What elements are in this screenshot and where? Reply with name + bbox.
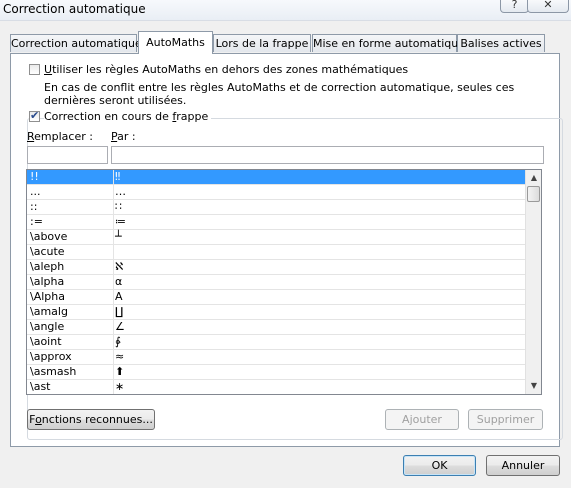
list-item-key: \aleph	[30, 260, 65, 273]
recognized-functions-after: nctions reconnues...	[41, 413, 153, 426]
list-item-key: !!	[30, 170, 39, 183]
list-item-value: ∳	[115, 335, 121, 348]
list-item[interactable]: ... …	[27, 185, 525, 200]
use-outside-label-accel: U	[44, 63, 53, 76]
column-divider	[113, 380, 114, 394]
column-divider	[113, 260, 114, 275]
close-icon[interactable]: ✕	[527, 0, 569, 13]
replace-label: Remplacer :	[27, 130, 93, 143]
list-item-key: \angle	[30, 320, 65, 333]
list-item-key: \Alpha	[30, 290, 65, 303]
list-item-value: ∠	[115, 320, 125, 333]
column-divider	[113, 290, 114, 305]
list-item-value: …	[115, 185, 126, 198]
list-item-key: ::	[30, 200, 38, 213]
column-divider	[113, 335, 114, 350]
list-item[interactable]: \amalg ∐	[27, 305, 525, 320]
scroll-up-icon[interactable]: ▲	[526, 170, 541, 186]
replace-typing-label-before: Correction en cours de	[44, 110, 173, 123]
list-scrollbar[interactable]: ▲ ▼	[525, 170, 541, 394]
use-outside-label: Utiliser les règles AutoMaths en dehors …	[44, 63, 408, 76]
column-divider	[113, 275, 114, 290]
list-item[interactable]: \Alpha Α	[27, 290, 525, 305]
list-item[interactable]: \aoint ∳	[27, 335, 525, 350]
list-item[interactable]: := ≔	[27, 215, 525, 230]
list-item-value: ≔	[115, 215, 126, 228]
tab-automaths[interactable]: AutoMaths	[138, 31, 213, 54]
list-item-key: \aoint	[30, 335, 62, 348]
column-divider	[113, 185, 114, 200]
column-divider	[113, 170, 114, 185]
list-item[interactable]: \alpha α	[27, 275, 525, 290]
list-item-value: ┴	[115, 230, 122, 243]
recognized-functions-button[interactable]: Fonctions reconnues...	[27, 409, 155, 430]
list-item-value: ≈	[115, 350, 125, 363]
list-item[interactable]: \approx ≈	[27, 350, 525, 365]
list-item-value: α	[115, 275, 123, 288]
list-item-key: \ast	[30, 380, 51, 393]
list-item[interactable]: \asmash ⬆	[27, 365, 525, 380]
column-divider	[113, 350, 114, 365]
cancel-button[interactable]: Annuler	[486, 455, 560, 476]
list-item-key: \acute	[30, 245, 65, 258]
list-item-value: ∗	[115, 380, 125, 393]
replace-typing-label-after: rappe	[176, 110, 209, 123]
list-item-value: ∐	[115, 305, 124, 318]
column-divider	[113, 215, 114, 230]
list-item-key: ...	[30, 185, 41, 198]
list-item-key: \asmash	[30, 365, 77, 378]
list-item[interactable]: \aleph ℵ	[27, 260, 525, 275]
with-label: Par :	[111, 130, 136, 143]
replace-typing-checkbox[interactable]	[29, 109, 40, 122]
tab-balises-actives[interactable]: Balises actives	[457, 34, 545, 52]
add-button[interactable]: Ajouter	[385, 409, 459, 430]
list-item-key: \alpha	[30, 275, 65, 288]
list-item-key: \amalg	[30, 305, 68, 318]
replace-typing-label: Correction en cours de frappe	[44, 110, 212, 123]
delete-button[interactable]: Supprimer	[468, 409, 543, 430]
list-item-value: ℵ	[115, 260, 124, 273]
recognized-functions-accel: o	[35, 413, 42, 426]
list-item[interactable]: \ast ∗	[27, 380, 525, 394]
tab-lors-de-la-frappe[interactable]: Lors de la frappe	[213, 34, 311, 52]
column-divider	[113, 245, 114, 260]
with-label-text: ar :	[117, 130, 136, 143]
conflict-note: En cas de conflit entre les règles AutoM…	[44, 81, 515, 107]
with-input[interactable]	[111, 146, 544, 164]
use-outside-checkbox[interactable]	[29, 64, 40, 75]
list-item-value: ⬆	[115, 365, 125, 378]
automaths-entries-list[interactable]: !! ‼...…:: ∷:= ≔ \above ┴ \acute \aleph ℵ \alpha α…	[26, 169, 542, 395]
window-title: Correction automatique	[3, 2, 146, 16]
list-item[interactable]: \angle ∠	[27, 320, 525, 335]
list-item-value: ∷	[115, 200, 122, 213]
column-divider	[113, 365, 114, 380]
tab-correction-automatique[interactable]: Correction automatique	[10, 34, 142, 52]
list-item-value: Α	[115, 290, 123, 303]
column-divider	[113, 230, 114, 245]
list-item-key: \above	[30, 230, 68, 243]
list-item[interactable]: :: ∷	[27, 200, 525, 215]
list-item[interactable]: !! ‼	[27, 170, 525, 185]
list-item[interactable]: \above ┴	[27, 230, 525, 245]
column-divider	[113, 200, 114, 215]
column-divider	[113, 320, 114, 335]
title-bar: Correction automatique ? ✕	[0, 0, 571, 21]
replace-input[interactable]	[27, 146, 108, 164]
list-item-value: ‼	[115, 170, 121, 183]
scroll-down-icon[interactable]: ▼	[526, 378, 541, 394]
column-divider	[113, 305, 114, 320]
list-item-key: \approx	[30, 350, 72, 363]
replace-label-text: emplacer :	[34, 130, 93, 143]
list-item[interactable]: \acute	[27, 245, 525, 260]
use-outside-label-text: tiliser les règles AutoMaths en dehors d…	[52, 63, 409, 76]
scroll-thumb[interactable]	[527, 186, 540, 202]
tab-mise-en-forme-automatique[interactable]: Mise en forme automatique	[312, 34, 465, 52]
list-item-key: :=	[30, 215, 43, 228]
help-icon[interactable]: ?	[500, 0, 529, 13]
ok-button[interactable]: OK	[403, 455, 476, 476]
